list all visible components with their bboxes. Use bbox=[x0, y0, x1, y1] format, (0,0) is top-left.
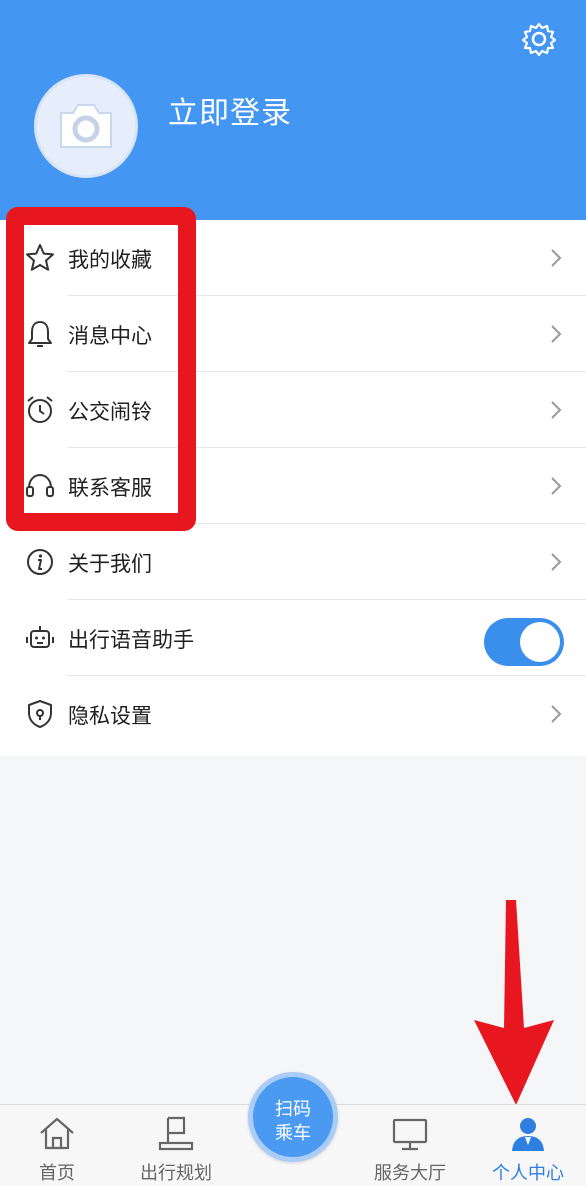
scan-label-line1: 扫码 bbox=[275, 1099, 311, 1120]
tab-service-hall[interactable]: 服务大厅 bbox=[362, 1105, 458, 1186]
tab-label: 个人中心 bbox=[492, 1163, 564, 1184]
chevron-right-icon bbox=[551, 705, 562, 723]
chevron-right-icon bbox=[551, 477, 562, 495]
gear-icon[interactable] bbox=[520, 20, 558, 58]
robot-icon bbox=[26, 626, 54, 648]
profile-header: 立即登录 bbox=[0, 0, 586, 220]
toggle-knob bbox=[520, 622, 560, 662]
person-icon bbox=[512, 1118, 544, 1151]
chevron-right-icon bbox=[551, 401, 562, 419]
tab-trip-planning[interactable]: 出行规划 bbox=[128, 1105, 224, 1186]
info-icon bbox=[27, 549, 53, 575]
menu-item-label: 关于我们 bbox=[68, 552, 152, 576]
menu-item-about-us[interactable]: 关于我们 bbox=[0, 524, 586, 600]
scan-to-ride-button[interactable]: 扫码 乘车 bbox=[248, 1072, 338, 1162]
login-link[interactable]: 立即登录 bbox=[168, 88, 292, 132]
shield-icon bbox=[28, 700, 52, 728]
voice-assistant-toggle[interactable] bbox=[484, 618, 564, 666]
home-icon bbox=[40, 1117, 74, 1150]
menu-item-label: 出行语音助手 bbox=[68, 628, 194, 652]
avatar[interactable] bbox=[34, 74, 138, 178]
camera-icon bbox=[60, 104, 112, 148]
menu-item-label: 隐私设置 bbox=[68, 704, 152, 728]
tab-label: 出行规划 bbox=[140, 1163, 212, 1184]
scan-label-line2: 乘车 bbox=[275, 1123, 311, 1144]
tab-home[interactable]: 首页 bbox=[18, 1105, 96, 1186]
highlight-box bbox=[6, 207, 196, 531]
tab-label: 首页 bbox=[39, 1163, 75, 1184]
tab-label: 服务大厅 bbox=[374, 1163, 446, 1184]
flag-icon bbox=[158, 1116, 194, 1151]
chevron-right-icon bbox=[551, 249, 562, 267]
monitor-icon bbox=[392, 1118, 428, 1151]
menu-item-privacy-settings[interactable]: 隐私设置 bbox=[0, 676, 586, 752]
tab-personal-center[interactable]: 个人中心 bbox=[480, 1105, 576, 1186]
chevron-right-icon bbox=[551, 553, 562, 571]
chevron-right-icon bbox=[551, 325, 562, 343]
annotation-arrow bbox=[474, 900, 554, 1105]
